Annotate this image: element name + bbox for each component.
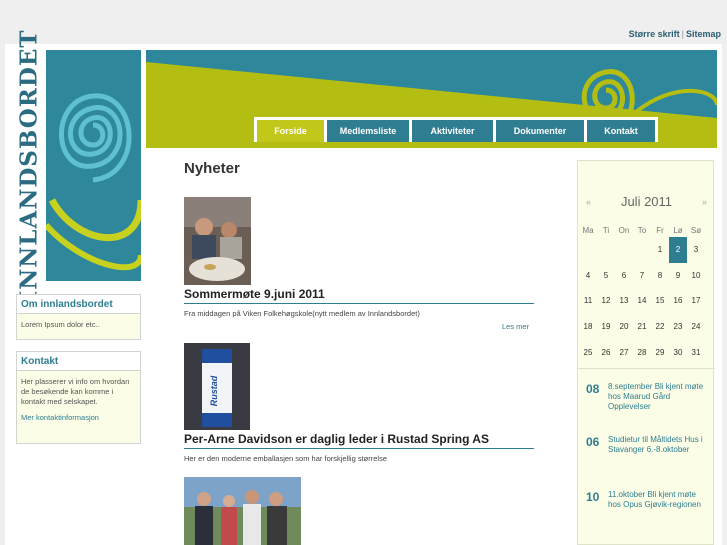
spiral-logo-icon xyxy=(46,50,141,281)
logo-spiral-panel xyxy=(46,50,141,281)
news-section: Nyheter xyxy=(184,160,534,177)
weekday-label: On xyxy=(618,225,630,235)
calendar-day[interactable]: 19 xyxy=(597,314,615,340)
product-carton-label: Rustad xyxy=(209,375,219,406)
weekday-label: Lø xyxy=(673,225,683,235)
prev-month-button[interactable]: « xyxy=(586,197,591,207)
about-box: Om innlandsbordet Lorem Ipsum dolor etc.… xyxy=(16,294,141,340)
dinner-photo xyxy=(184,197,251,285)
tab-medlemsliste[interactable]: Medlemsliste xyxy=(324,117,412,142)
calendar-header: « Juli 2011 » xyxy=(578,194,715,209)
calendar-day[interactable]: 25 xyxy=(579,339,597,365)
calendar-day[interactable]: 29 xyxy=(651,339,669,365)
calendar-day[interactable]: 28 xyxy=(633,339,651,365)
calendar-day xyxy=(597,237,615,263)
calendar-day[interactable]: 23 xyxy=(669,314,687,340)
calendar-day[interactable]: 24 xyxy=(687,314,705,340)
calendar-day[interactable]: 5 xyxy=(597,263,615,289)
news-title-2[interactable]: Per-Arne Davidson er daglig leder i Rust… xyxy=(184,432,534,449)
calendar-day[interactable]: 6 xyxy=(615,263,633,289)
utility-separator: | xyxy=(681,29,684,39)
group-photo xyxy=(184,477,301,545)
calendar-day[interactable]: 15 xyxy=(651,288,669,314)
calendar-day xyxy=(615,237,633,263)
calendar-day-today[interactable]: 2 xyxy=(669,237,687,263)
site-logo[interactable]: INNLANDSBORDET xyxy=(12,29,141,302)
calendar-day[interactable]: 12 xyxy=(597,288,615,314)
tab-forside[interactable]: Forside xyxy=(254,117,327,142)
news-excerpt-1: Fra middagen på Viken Folkehøgskole(nytt… xyxy=(184,309,420,318)
calendar-day[interactable]: 9 xyxy=(669,263,687,289)
weekday-label: To xyxy=(637,225,647,235)
calendar-day[interactable]: 18 xyxy=(579,314,597,340)
next-month-button[interactable]: » xyxy=(702,197,707,207)
news-excerpt-2: Her er den moderne emballasjen som har f… xyxy=(184,454,387,463)
page: Større skrift | Sitemap INNLANDSBORDET For… xyxy=(0,0,727,545)
calendar-day[interactable]: 22 xyxy=(651,314,669,340)
calendar-day[interactable]: 17 xyxy=(687,288,705,314)
calendar-day[interactable]: 13 xyxy=(615,288,633,314)
calendar-day[interactable]: 20 xyxy=(615,314,633,340)
calendar-day[interactable]: 7 xyxy=(633,263,651,289)
news-title-1[interactable]: Sommermøte 9.juni 2011 xyxy=(184,287,534,304)
calendar-day[interactable]: 14 xyxy=(633,288,651,314)
calendar-day[interactable]: 4 xyxy=(579,263,597,289)
event-text[interactable]: Studietur til Måltidets Hus i Stavanger … xyxy=(608,435,704,455)
contact-box-body: Her plasserer vi info om hvordan de besø… xyxy=(21,377,130,406)
tab-kontakt[interactable]: Kontakt xyxy=(584,117,658,142)
page-title: Nyheter xyxy=(184,160,240,177)
main-navigation: Forside Medlemsliste Aktiviteter Dokumen… xyxy=(254,117,658,142)
calendar-day[interactable]: 21 xyxy=(633,314,651,340)
logo-wordmark: INNLANDSBORDET xyxy=(15,29,43,302)
calendar-day[interactable]: 16 xyxy=(669,288,687,314)
calendar-day[interactable]: 26 xyxy=(597,339,615,365)
calendar-grid: Ma Ti On To Fr Lø Sø 1 2 3 4 5 6 7 8 9 1… xyxy=(579,223,705,365)
about-box-title: Om innlandsbordet xyxy=(17,295,140,314)
calendar-day xyxy=(633,237,651,263)
upcoming-events xyxy=(578,368,715,369)
calendar-day[interactable]: 31 xyxy=(687,339,705,365)
event-day: 10 xyxy=(586,490,600,504)
calendar-day[interactable]: 3 xyxy=(687,237,705,263)
event-day: 06 xyxy=(586,435,600,449)
contact-box-title: Kontakt xyxy=(17,352,140,371)
calendar-day xyxy=(579,237,597,263)
about-box-body: Lorem Ipsum dolor etc.. xyxy=(21,320,100,329)
calendar-day[interactable]: 10 xyxy=(687,263,705,289)
calendar-day[interactable]: 30 xyxy=(669,339,687,365)
event-day: 08 xyxy=(586,382,600,396)
sitemap-link[interactable]: Sitemap xyxy=(686,29,721,39)
weekday-label: Sø xyxy=(690,225,702,235)
read-more-link[interactable]: Les mer xyxy=(502,322,529,331)
larger-font-link[interactable]: Større skrift xyxy=(629,29,680,39)
tab-dokumenter[interactable]: Dokumenter xyxy=(493,117,587,142)
utility-links: Større skrift | Sitemap xyxy=(629,29,721,39)
event-text[interactable]: 8.september Bli kjent møte hos Maarud Gå… xyxy=(608,382,704,412)
weekday-label: Ma xyxy=(582,225,594,235)
contact-more-link[interactable]: Mer kontaktinformasjon xyxy=(17,413,140,428)
contact-box: Kontakt Her plasserer vi info om hvordan… xyxy=(16,351,141,444)
event-item[interactable]: 08 8.september Bli kjent møte hos Maarud… xyxy=(586,382,711,412)
event-item[interactable]: 10 11.oktober Bli kjent møte hos Opus Gj… xyxy=(586,490,711,510)
calendar-month: Juli 2011 xyxy=(620,194,673,209)
tab-aktiviteter[interactable]: Aktiviteter xyxy=(409,117,496,142)
event-text[interactable]: 11.oktober Bli kjent møte hos Opus Gjøvi… xyxy=(608,490,704,510)
calendar-day[interactable]: 11 xyxy=(579,288,597,314)
weekday-label: Fr xyxy=(656,225,664,235)
news-image-3[interactable] xyxy=(184,477,301,545)
news-image-2[interactable]: Rustad xyxy=(184,343,250,430)
news-image-1[interactable] xyxy=(184,197,251,285)
calendar-day[interactable]: 27 xyxy=(615,339,633,365)
calendar-day[interactable]: 1 xyxy=(651,237,669,263)
event-item[interactable]: 06 Studietur til Måltidets Hus i Stavang… xyxy=(586,435,711,455)
event-calendar: « Juli 2011 » Ma Ti On To Fr Lø Sø 1 2 3 xyxy=(577,160,715,545)
calendar-day[interactable]: 8 xyxy=(651,263,669,289)
weekday-label: Ti xyxy=(602,225,610,235)
product-photo: Rustad xyxy=(184,343,250,430)
